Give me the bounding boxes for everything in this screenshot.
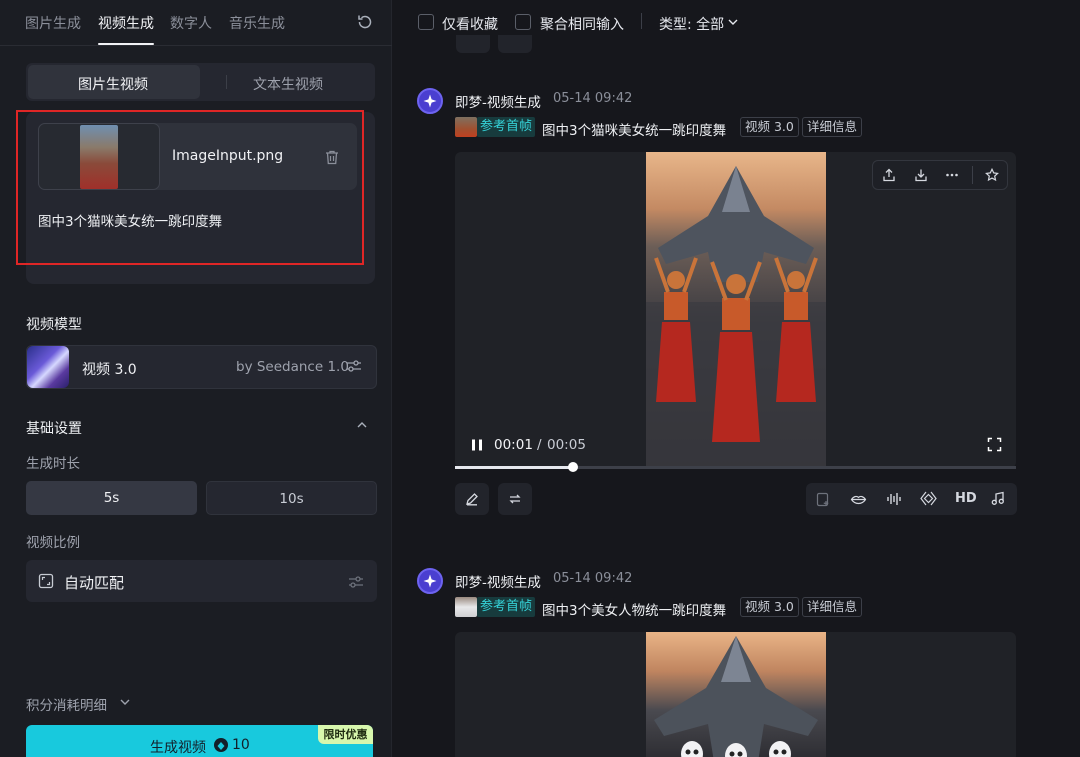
video-frame (646, 632, 826, 757)
model-section-title: 视频模型 (26, 317, 82, 333)
mode-switch-divider (226, 75, 227, 89)
extend-frame-icon[interactable] (816, 492, 831, 507)
type-filter-dropdown[interactable]: 类型: 全部 (659, 14, 724, 34)
detail-info-tag[interactable]: 详细信息 (802, 117, 863, 137)
progress-played (455, 466, 573, 469)
refresh-icon[interactable] (356, 13, 374, 31)
tab-image-generation[interactable]: 图片生成 (25, 13, 81, 33)
model-tag: 视频 3.0 (740, 117, 799, 137)
reference-frame-thumbnail[interactable] (455, 597, 477, 617)
total-duration: 00:05 (547, 437, 586, 453)
music-icon[interactable] (991, 491, 1005, 506)
entry-timestamp: 05-14 09:42 (553, 571, 633, 586)
model-provider: by Seedance 1.0 (236, 359, 349, 375)
basic-settings-title: 基础设置 (26, 421, 82, 437)
app-root: 图片生成 视频生成 数字人 音乐生成 图片生视频 文本生视频 ImageInpu… (0, 0, 1080, 757)
model-icon (27, 346, 69, 388)
pause-icon[interactable] (470, 438, 484, 452)
star-icon[interactable] (985, 168, 999, 182)
regenerate-icon (509, 494, 521, 504)
type-chevron-down-icon[interactable] (727, 18, 739, 26)
chevron-up-icon[interactable] (356, 421, 368, 429)
active-tab-underline (98, 43, 154, 45)
current-time: 00:01 (494, 437, 533, 453)
reference-frame-tag: 参考首帧 (477, 597, 536, 617)
download-icon[interactable] (914, 168, 928, 182)
prev-action-button[interactable] (456, 35, 490, 53)
detail-info-tag[interactable]: 详细信息 (802, 597, 863, 617)
hd-upscale-button[interactable]: HD (955, 491, 977, 506)
tab-music-generation[interactable]: 音乐生成 (229, 13, 285, 33)
generate-video-label: 生成视频 (150, 740, 206, 756)
top-nav: 图片生成 视频生成 数字人 音乐生成 (0, 0, 392, 46)
duration-label: 生成时长 (26, 456, 80, 472)
sliders-icon[interactable] (346, 359, 362, 373)
frame-interpolation-icon[interactable] (920, 490, 937, 507)
duration-10s-button[interactable]: 10s (206, 481, 377, 515)
edit-icon (466, 493, 478, 506)
time-separator: / (537, 437, 542, 453)
tab-text-to-video[interactable]: 文本生视频 (253, 74, 323, 94)
favorites-only-label[interactable]: 仅看收藏 (442, 14, 498, 34)
tab-image-to-video[interactable]: 图片生视频 (78, 74, 148, 94)
video-scene (646, 166, 826, 466)
entry-timestamp: 05-14 09:42 (553, 91, 633, 106)
video-frame (646, 152, 826, 466)
tab-digital-human[interactable]: 数字人 (170, 13, 212, 33)
ratio-value: 自动匹配 (64, 574, 125, 592)
fullscreen-icon[interactable] (987, 437, 1002, 452)
points-detail-toggle[interactable]: 积分消耗明细 (26, 694, 107, 714)
highlight-box (16, 110, 364, 265)
merge-same-input-checkbox[interactable] (515, 14, 531, 30)
generate-cost: 10 (232, 737, 250, 753)
entry-prompt[interactable]: 图中3个美女人物统一跳印度舞 (542, 599, 726, 619)
aspect-ratio-icon (38, 573, 54, 589)
reference-frame-thumbnail[interactable] (455, 117, 477, 137)
tab-video-generation[interactable]: 视频生成 (98, 13, 154, 33)
progress-handle[interactable] (568, 462, 578, 472)
chevron-down-icon[interactable] (119, 698, 131, 706)
points-coin-icon (214, 738, 228, 752)
share-icon[interactable] (882, 168, 896, 182)
ratio-label: 视频比例 (26, 535, 80, 551)
favorites-only-checkbox[interactable] (418, 14, 434, 30)
sparkle-icon (423, 94, 437, 108)
regenerate-button[interactable] (498, 483, 532, 515)
entry-prompt[interactable]: 图中3个猫咪美女统一跳印度舞 (542, 119, 726, 139)
model-tag: 视频 3.0 (740, 597, 799, 617)
model-name: 视频 3.0 (82, 362, 137, 378)
dreamina-avatar (417, 568, 443, 594)
more-icon[interactable] (945, 168, 959, 182)
entry-author: 即梦-视频生成 (455, 95, 541, 111)
audio-icon[interactable] (886, 491, 901, 507)
lip-sync-icon[interactable] (850, 492, 867, 507)
promo-badge: 限时优惠 (318, 725, 373, 744)
dreamina-avatar (417, 88, 443, 114)
filter-divider (641, 13, 642, 29)
reference-frame-tag: 参考首帧 (477, 117, 536, 137)
edit-button[interactable] (455, 483, 489, 515)
merge-same-input-label[interactable]: 聚合相同输入 (540, 14, 624, 34)
enhance-toolbar (806, 483, 1017, 515)
duration-5s-button[interactable]: 5s (26, 481, 197, 515)
entry-author: 即梦-视频生成 (455, 575, 541, 591)
ratio-sliders-icon[interactable] (348, 575, 364, 589)
actions-divider (972, 166, 973, 184)
sparkle-icon (423, 574, 437, 588)
prev-action-button[interactable] (498, 35, 532, 53)
video-scene (654, 636, 818, 757)
